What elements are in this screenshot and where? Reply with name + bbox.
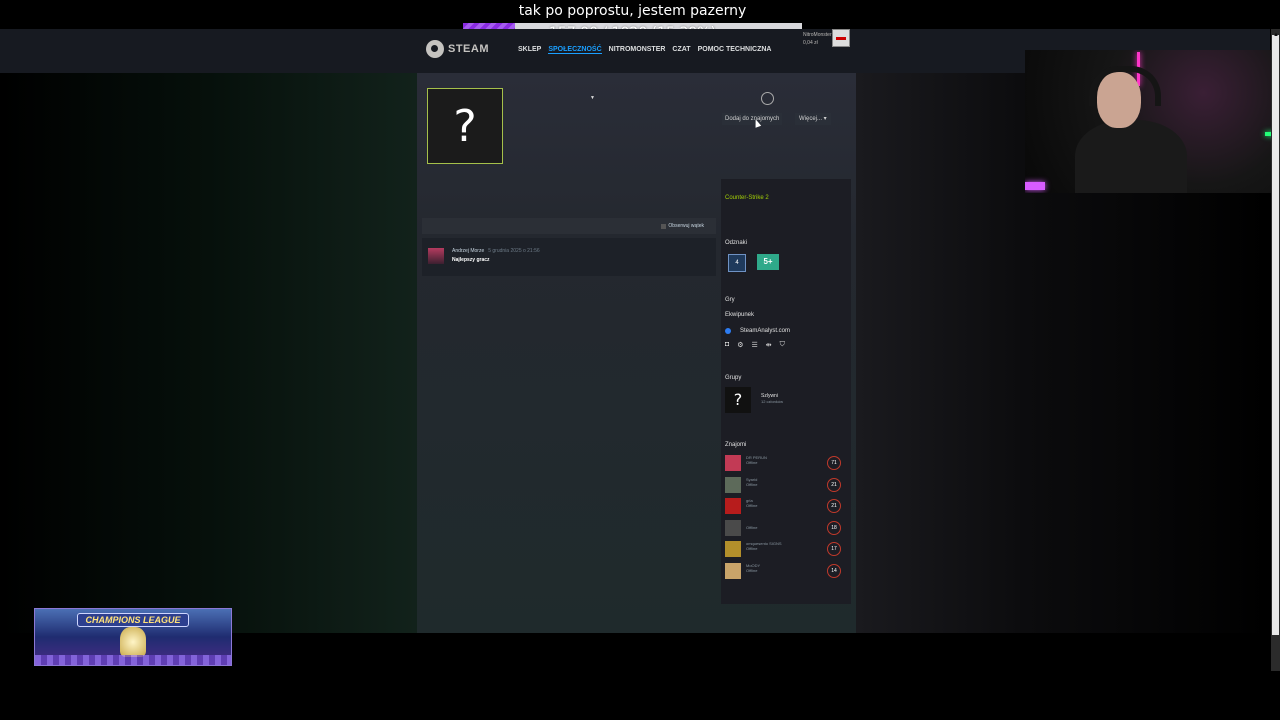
profile-avatar: ? — [427, 88, 503, 164]
comment-text: Najlepszy gracz — [452, 257, 490, 263]
more-button[interactable]: Więcej... ▾ — [795, 113, 831, 125]
friend-item[interactable]: omquesento SIGNS Offline 17 — [725, 540, 847, 558]
champions-league-label: CHAMPIONS LEAGUE — [77, 613, 189, 627]
headphones-icon — [1089, 66, 1161, 106]
name-history-caret-icon[interactable]: ▼ — [590, 95, 595, 101]
wallet-balance: 0,04 zł — [803, 40, 818, 46]
webcam-overlay — [1025, 50, 1280, 193]
games-title[interactable]: Gry — [725, 297, 735, 303]
lightning-decoration — [35, 655, 231, 665]
friend-item[interactable]: DR PERUN Offline 71 — [725, 454, 847, 472]
nav-pomoc[interactable]: POMOC TECHNICZNA — [698, 46, 772, 54]
steam-brand: STEAM — [448, 43, 489, 55]
nav-sklep[interactable]: SKLEP — [518, 46, 541, 54]
friend-item[interactable]: MoODY Offline 14 — [725, 562, 847, 580]
group-avatar-icon[interactable]: ? — [725, 387, 751, 413]
friend-item[interactable]: grla Offline 21 — [725, 497, 847, 515]
champions-league-overlay: CHAMPIONS LEAGUE — [34, 608, 232, 666]
checkbox-icon — [661, 223, 667, 229]
streamer-body — [1075, 120, 1187, 193]
page-background-left — [0, 73, 417, 633]
add-friend-button[interactable]: Dodaj do znajomych — [722, 113, 783, 125]
friend-level-badge: 21 — [827, 477, 841, 492]
follow-thread-label: Obserwuj wątek — [668, 223, 704, 229]
steamanalyst-icon — [725, 328, 731, 334]
inventory-title[interactable]: Ekwipunek — [725, 312, 754, 318]
steam-logo-icon — [426, 40, 444, 58]
friend-status: Offline — [746, 460, 758, 465]
friend-avatar[interactable] — [725, 476, 741, 493]
friend-level-badge: 71 — [827, 456, 841, 470]
level-ring-icon — [761, 92, 774, 105]
trophy-icon — [120, 627, 146, 657]
friend-avatar[interactable] — [725, 519, 741, 536]
inventory-shield-icon[interactable]: ⛉ — [780, 341, 785, 349]
nav-nitromonster[interactable]: NITROMONSTER — [609, 46, 666, 54]
inventory-gear-icon[interactable]: ⚙ — [737, 341, 743, 349]
friend-status: Offline — [746, 524, 758, 530]
friend-status: Offline — [746, 546, 758, 552]
current-game[interactable]: Counter-Strike 2 — [725, 195, 769, 201]
scroll-up-arrow-icon[interactable]: ▲ — [1273, 32, 1279, 38]
comment-item: Andrzej Morze 5 grudnia 2025 o 21:56 Najl… — [422, 238, 716, 276]
groups-title[interactable]: Grupy — [725, 375, 741, 381]
steamanalyst-link[interactable]: SteamAnalyst.com — [740, 328, 790, 334]
nav-czat[interactable]: CZAT — [672, 46, 690, 54]
friend-level-badge: 21 — [827, 499, 841, 514]
friend-level-badge: 14 — [827, 564, 841, 578]
steam-logo[interactable]: STEAM — [426, 40, 489, 58]
browser-scrollbar[interactable] — [1271, 29, 1280, 671]
main-nav: SKLEP SPOŁECZNOŚĆ NITROMONSTER CZAT POMO… — [518, 46, 771, 54]
inventory-list-icon[interactable]: ☰ — [752, 341, 758, 349]
friend-item[interactable]: Syarid Offline 21 — [725, 476, 847, 494]
inventory-arrows-icon[interactable]: ⇹ — [766, 341, 772, 349]
badges-title[interactable]: Odznaki — [725, 240, 747, 246]
stream-title: tak po poprostu, jestem pazerny — [518, 3, 747, 19]
inventory-tag-icon[interactable]: ◘ — [725, 341, 729, 349]
scrollbar-thumb[interactable] — [1272, 35, 1279, 635]
friend-avatar[interactable] — [725, 541, 741, 558]
friend-status: Offline — [746, 503, 758, 509]
friend-level-badge: 18 — [827, 520, 841, 535]
friend-avatar[interactable] — [725, 498, 741, 515]
badge-level[interactable]: 4 — [728, 254, 746, 272]
comment-author-avatar[interactable] — [428, 248, 444, 264]
friend-status: Offline — [746, 568, 758, 573]
comment-author[interactable]: Andrzej Morze — [452, 248, 484, 254]
profile-sidebar: Counter-Strike 2 Odznaki 4 5+ Gry Ekwipu… — [721, 179, 851, 604]
nav-spolecznosc[interactable]: SPOŁECZNOŚĆ — [548, 46, 602, 54]
comment-date: 5 grudnia 2025 o 21:56 — [488, 248, 540, 254]
friend-item[interactable]: Offline 18 — [725, 519, 847, 537]
friend-avatar[interactable] — [725, 563, 741, 579]
keyboard-light — [1025, 182, 1045, 190]
friends-title[interactable]: Znajomi — [725, 442, 746, 448]
inventory-tools: ◘ ⚙ ☰ ⇹ ⛉ — [725, 341, 785, 349]
account-name[interactable]: NitroMonster ▾ — [803, 31, 836, 39]
friend-avatar[interactable] — [725, 455, 741, 471]
account-menu[interactable]: NitroMonster ▾ 0,04 zł — [803, 31, 836, 47]
account-avatar[interactable] — [832, 29, 850, 47]
badge-service[interactable]: 5+ — [757, 254, 779, 270]
friend-level-badge: 17 — [827, 542, 841, 557]
follow-thread-checkbox[interactable]: Obserwuj wątek — [661, 223, 704, 229]
group-members: 12 członków — [761, 399, 784, 404]
friend-status: Offline — [746, 481, 758, 487]
comments-header: Obserwuj wątek — [422, 218, 716, 234]
